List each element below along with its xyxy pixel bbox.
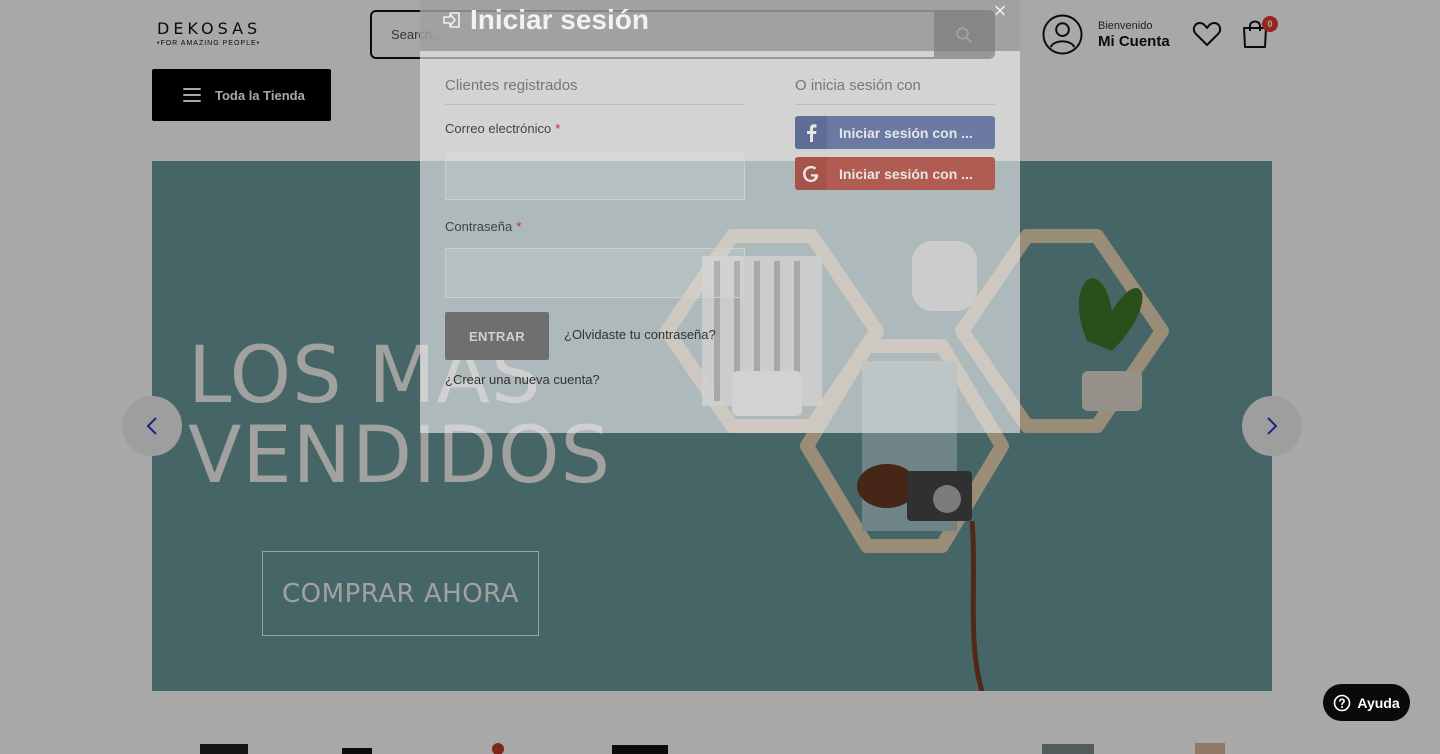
required-mark: * bbox=[516, 219, 522, 234]
google-icon bbox=[795, 157, 827, 190]
modal-header: Iniciar sesión × bbox=[420, 0, 1020, 51]
registered-customers-heading: Clientes registrados bbox=[445, 77, 745, 105]
google-login-label: Iniciar sesión con ... bbox=[839, 165, 973, 182]
email-label: Correo electrónico * bbox=[445, 121, 560, 136]
facebook-login-label: Iniciar sesión con ... bbox=[839, 124, 973, 141]
login-submit-button[interactable]: ENTRAR bbox=[445, 312, 549, 360]
help-label: Ayuda bbox=[1357, 694, 1400, 711]
password-label-text: Contraseña bbox=[445, 219, 513, 234]
modal-title-text: Iniciar sesión bbox=[470, 4, 649, 35]
login-icon bbox=[443, 12, 460, 28]
help-icon bbox=[1334, 694, 1351, 711]
modal-title: Iniciar sesión bbox=[442, 4, 649, 36]
social-login-heading: O inicia sesión con bbox=[795, 77, 995, 105]
facebook-login-button[interactable]: Iniciar sesión con ... bbox=[795, 116, 995, 149]
facebook-icon bbox=[795, 116, 827, 149]
email-field[interactable] bbox=[445, 150, 745, 200]
forgot-password-link[interactable]: ¿Olvidaste tu contraseña? bbox=[564, 327, 716, 342]
google-login-button[interactable]: Iniciar sesión con ... bbox=[795, 157, 995, 190]
close-icon[interactable]: × bbox=[990, 0, 1010, 22]
password-label: Contraseña * bbox=[445, 219, 521, 234]
email-label-text: Correo electrónico bbox=[445, 121, 552, 136]
login-modal: Iniciar sesión × Clientes registrados O … bbox=[420, 0, 1020, 433]
password-field[interactable] bbox=[445, 248, 745, 298]
required-mark: * bbox=[555, 121, 561, 136]
create-account-link[interactable]: ¿Crear una nueva cuenta? bbox=[445, 372, 600, 387]
help-button[interactable]: Ayuda bbox=[1323, 684, 1410, 721]
